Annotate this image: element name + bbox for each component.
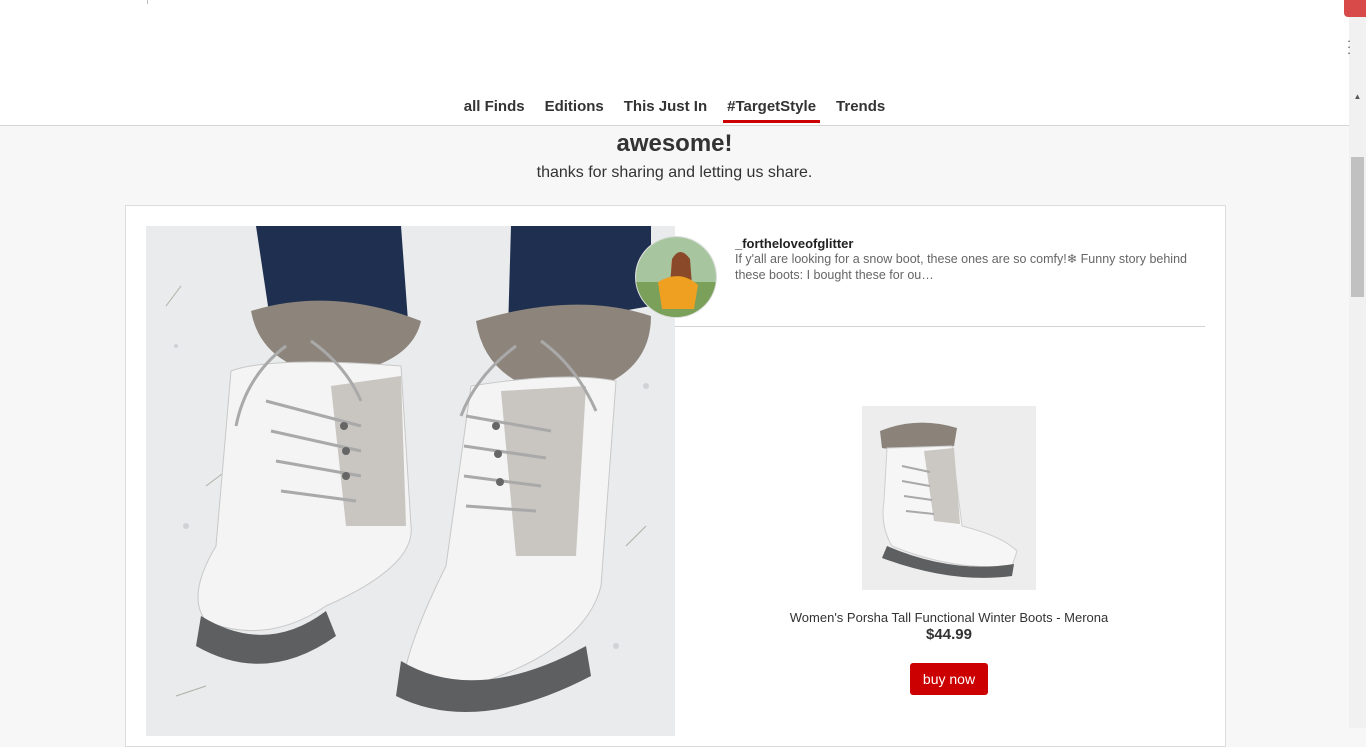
- snow-boots-image: [146, 226, 675, 736]
- scroll-up-icon[interactable]: ▲: [1349, 92, 1366, 106]
- page-title: awesome!: [616, 130, 733, 157]
- top-header: all Finds Editions This Just In #TargetS…: [0, 0, 1349, 126]
- nav-tabs: all Finds Editions This Just In #TargetS…: [0, 88, 1349, 125]
- product-price: $44.99: [926, 626, 972, 643]
- post-card: _fortheloveofglitter If y'all are lookin…: [125, 205, 1226, 747]
- tab-this-just-in[interactable]: This Just In: [620, 88, 711, 123]
- product-name[interactable]: Women's Porsha Tall Functional Winter Bo…: [675, 610, 1223, 625]
- post-caption: If y'all are looking for a snow boot, th…: [735, 252, 1187, 282]
- tab-trends[interactable]: Trends: [832, 88, 889, 123]
- content-divider: [675, 326, 1205, 327]
- post-photo[interactable]: [146, 226, 675, 736]
- tab-all-finds[interactable]: all Finds: [460, 88, 529, 123]
- page-heading: awesome! thanks for sharing and letting …: [0, 129, 1349, 184]
- scrollbar-thumb[interactable]: [1351, 157, 1364, 297]
- top-divider-tick: [147, 0, 148, 4]
- buy-now-button[interactable]: buy now: [910, 663, 988, 695]
- page-subtitle: thanks for sharing and letting us share.: [536, 164, 813, 181]
- avatar-image: [636, 237, 716, 317]
- user-avatar[interactable]: [635, 236, 717, 318]
- kebab-menu-icon[interactable]: · · ·: [1345, 34, 1353, 59]
- browser-extension-icon[interactable]: [1344, 0, 1366, 17]
- vertical-scrollbar[interactable]: [1349, 0, 1366, 728]
- tab-editions[interactable]: Editions: [541, 88, 608, 123]
- post-username[interactable]: _fortheloveofglitter: [735, 236, 853, 251]
- product-image[interactable]: [862, 406, 1036, 590]
- tab-target-style[interactable]: #TargetStyle: [723, 88, 821, 123]
- product-boot-image: [862, 406, 1036, 590]
